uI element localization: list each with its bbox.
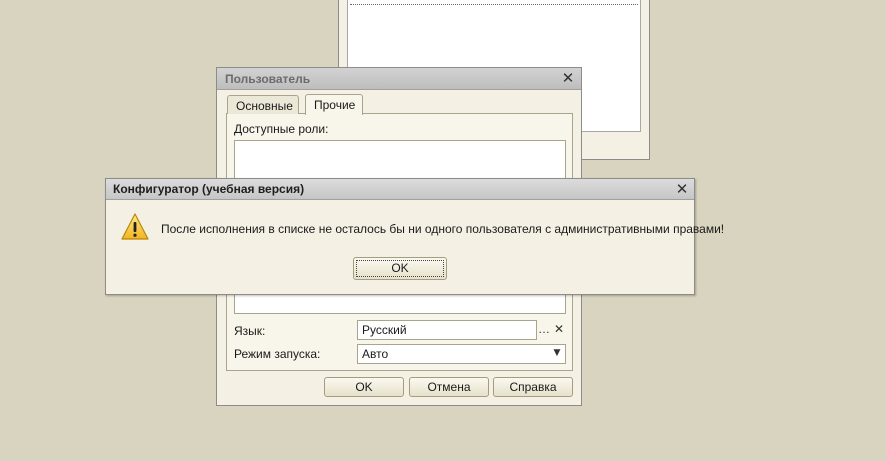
language-field[interactable]: Русский <box>357 320 537 340</box>
cancel-button[interactable]: Отмена <box>409 377 489 397</box>
selection-outline <box>350 4 638 5</box>
alert-titlebar[interactable]: Конфигуратор (учебная версия) ✕ <box>106 179 694 200</box>
launch-mode-select[interactable]: Авто <box>357 344 566 364</box>
language-label: Язык: <box>234 324 266 338</box>
chevron-down-icon[interactable]: ▼ <box>550 345 564 363</box>
launch-mode-value: Авто <box>362 347 389 361</box>
roles-label: Доступные роли: <box>234 122 329 136</box>
clear-icon[interactable]: ✕ <box>552 321 566 339</box>
user-dialog-titlebar[interactable]: Пользователь ✕ <box>217 68 581 90</box>
warning-icon <box>121 213 149 240</box>
launch-mode-label: Режим запуска: <box>234 347 321 361</box>
close-icon[interactable]: ✕ <box>561 71 575 86</box>
close-icon[interactable]: ✕ <box>675 182 689 197</box>
user-dialog-title: Пользователь <box>225 72 311 86</box>
alert-dialog: Конфигуратор (учебная версия) ✕ После ис… <box>105 178 724 295</box>
alert-title: Конфигуратор (учебная версия) <box>113 182 305 196</box>
alert-message: После исполнения в списке не осталось бы… <box>161 222 725 236</box>
ellipsis-icon[interactable]: … <box>537 321 551 339</box>
tab-other[interactable]: Прочие <box>305 94 363 115</box>
alert-ok-button[interactable]: OK <box>353 257 447 280</box>
tab-main[interactable]: Основные <box>227 95 299 114</box>
ok-button[interactable]: OK <box>324 377 404 397</box>
help-button[interactable]: Справка <box>493 377 573 397</box>
